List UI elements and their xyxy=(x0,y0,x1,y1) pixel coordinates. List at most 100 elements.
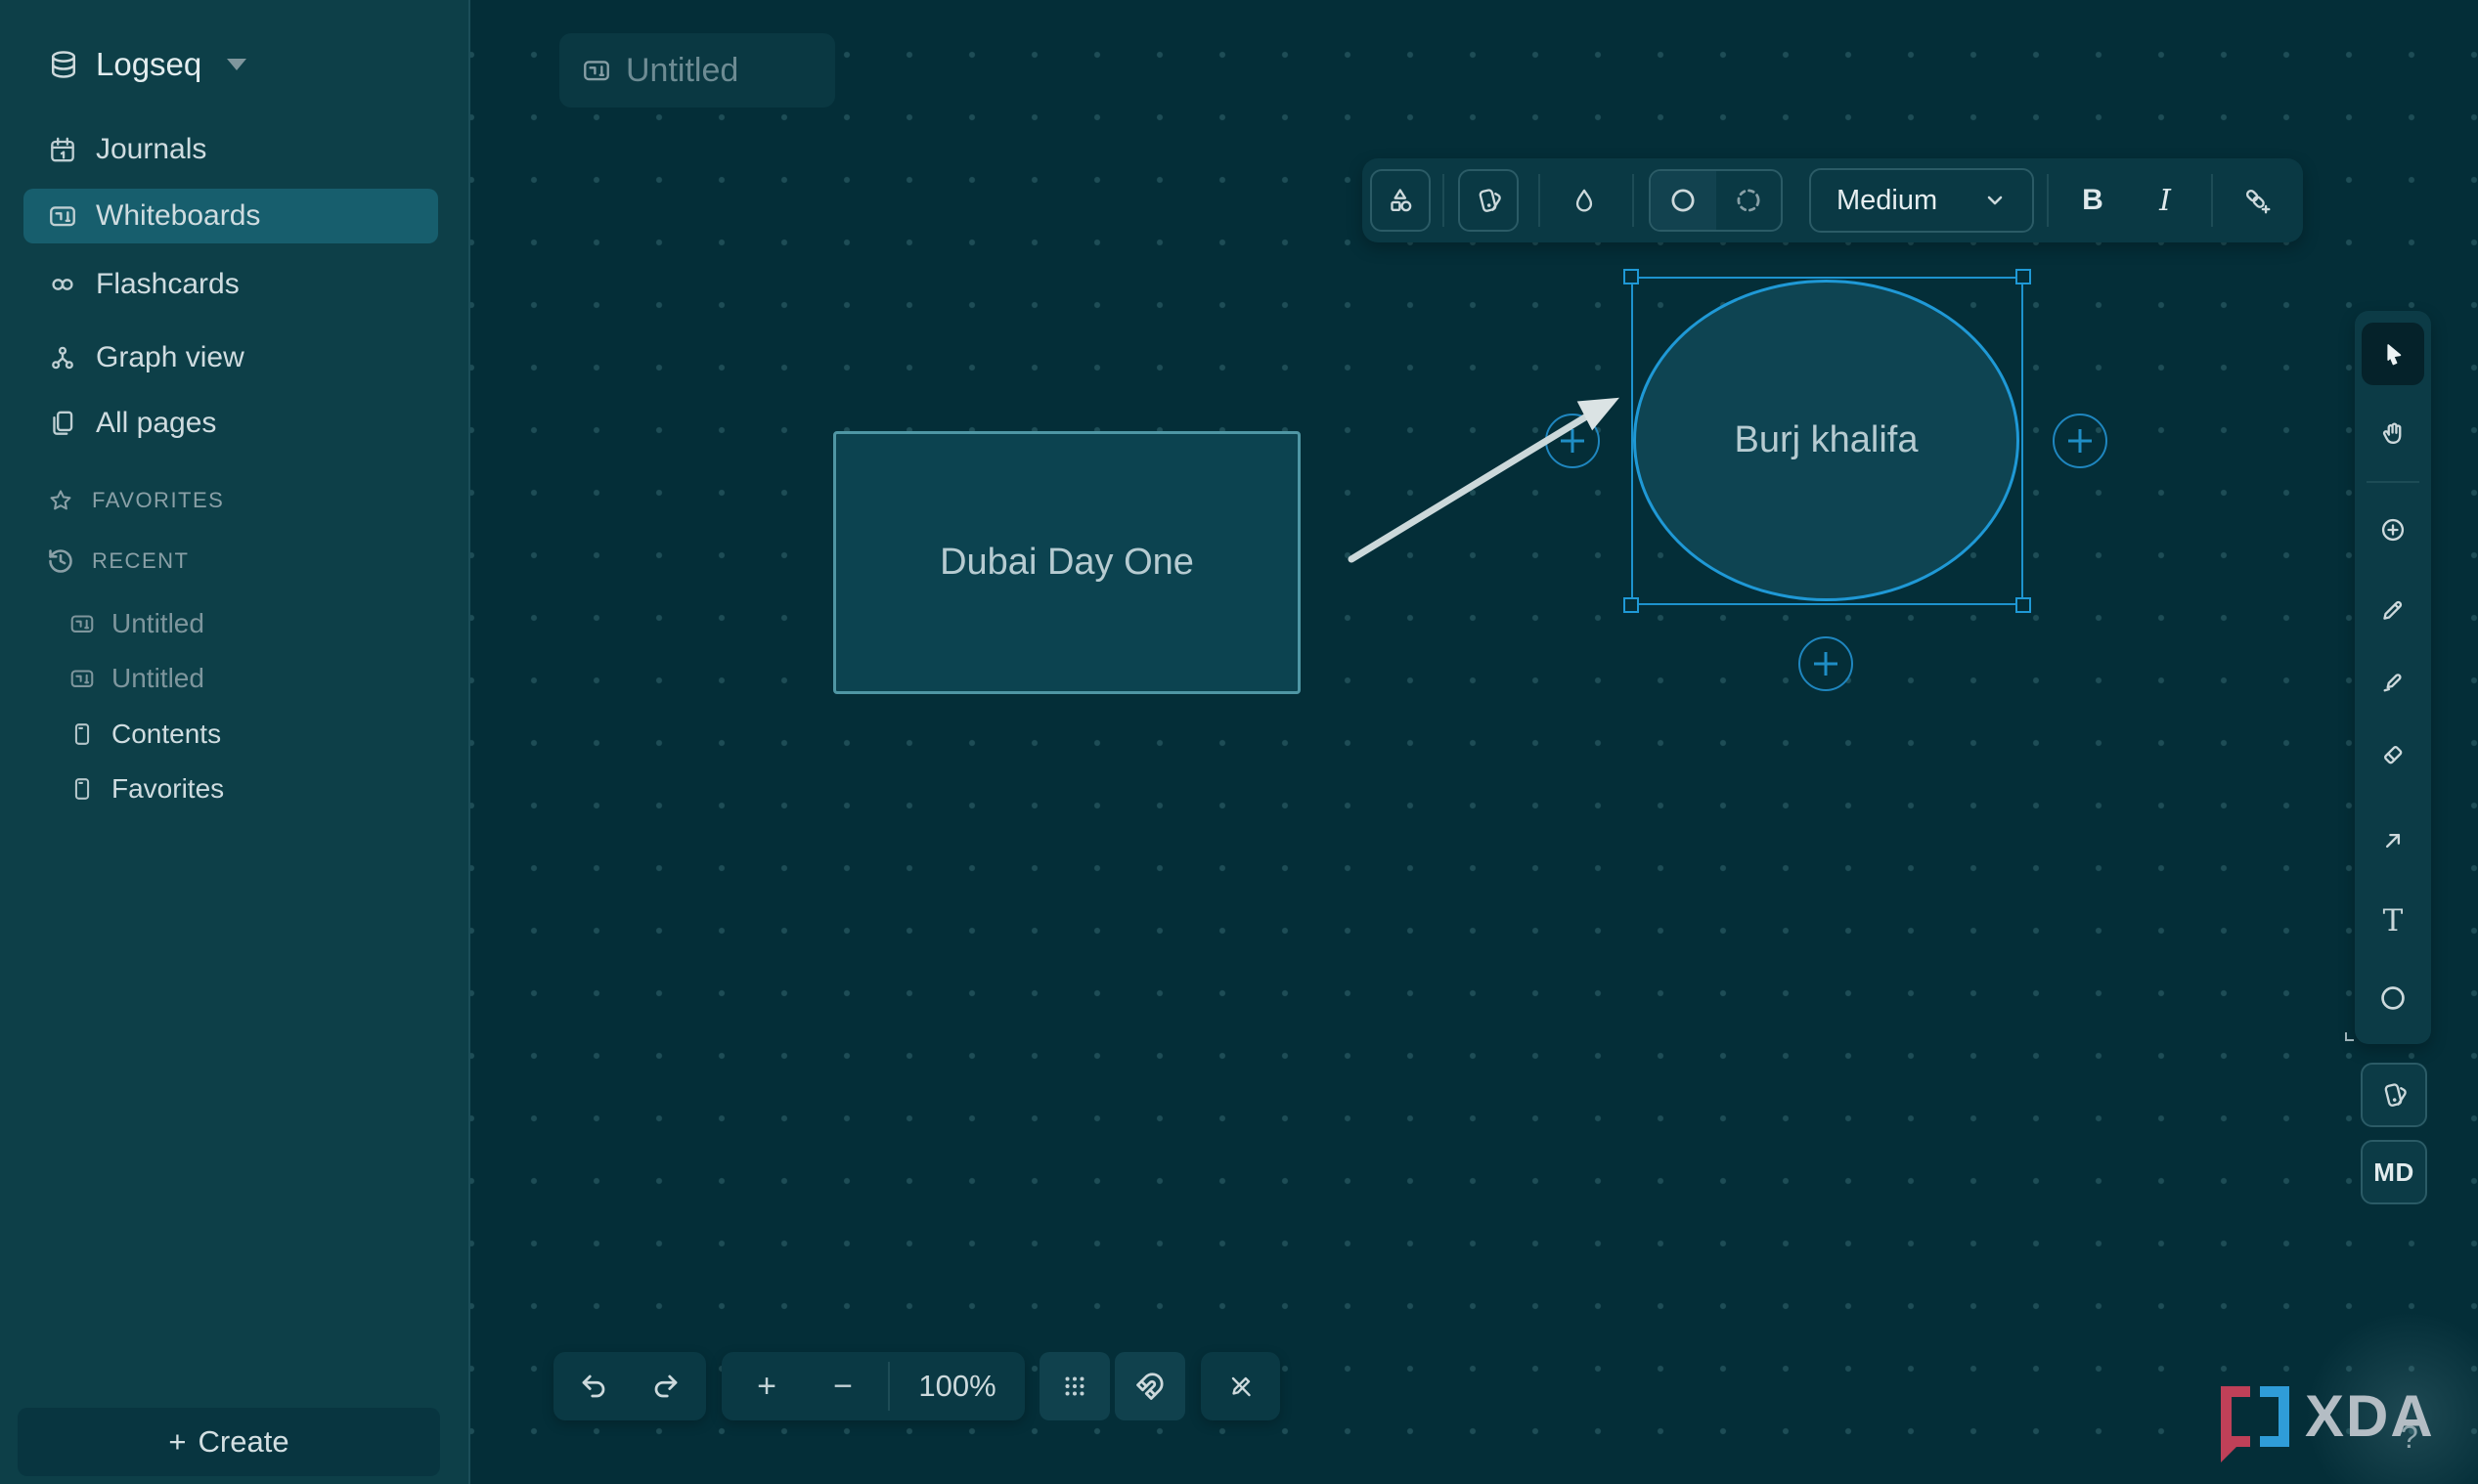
ellipse-label: Burj khalifa xyxy=(1735,419,1919,461)
rectangle-shape[interactable]: Dubai Day One xyxy=(833,431,1301,694)
selection-handle-top-right[interactable] xyxy=(2015,269,2031,284)
ellipse-shape[interactable]: Burj khalifa xyxy=(1633,280,2019,601)
recent-item-untitled-1[interactable]: Untitled xyxy=(23,598,438,649)
font-size-dropdown[interactable]: Medium xyxy=(1809,168,2034,233)
crossed-pencil-icon xyxy=(1225,1371,1257,1402)
text-tool-icon: T xyxy=(2383,903,2404,938)
toolbar-separator xyxy=(2211,174,2213,227)
recent-item-favorites[interactable]: Favorites xyxy=(23,764,438,814)
xda-watermark: XDA xyxy=(2221,1386,2435,1447)
zoom-in-button[interactable]: + xyxy=(735,1355,798,1418)
logseq-whiteboard-app: ? Untitled Dubai Day One Burj khalifa xyxy=(0,0,2478,1484)
draw-tool-button[interactable] xyxy=(2362,575,2424,637)
sidebar-item-graph-view[interactable]: Graph view xyxy=(23,330,438,385)
sidebar-section-recent[interactable]: RECENT xyxy=(23,534,438,589)
connector-plus-right-button[interactable] xyxy=(2053,414,2107,468)
pen-mode-toggle-button[interactable] xyxy=(1210,1355,1272,1418)
hand-icon xyxy=(2377,417,2409,449)
zoom-out-button[interactable]: − xyxy=(812,1355,874,1418)
text-tool-button[interactable]: T xyxy=(2362,890,2424,952)
snap-toggle-button[interactable] xyxy=(1115,1352,1185,1420)
zoom-bar: + − 100% xyxy=(722,1352,1025,1420)
sidebar-section-favorites[interactable]: FAVORITES xyxy=(23,473,438,528)
shape-picker-button[interactable] xyxy=(1370,169,1431,232)
style-toolbar: Medium B I xyxy=(1362,158,2303,242)
recent-item-label: Favorites xyxy=(111,773,224,805)
more-shapes-corner-icon xyxy=(2344,1030,2356,1042)
sidebar-item-flashcards[interactable]: Flashcards xyxy=(23,257,438,312)
selection-handle-bottom-left[interactable] xyxy=(1623,597,1639,613)
create-button[interactable]: + Create xyxy=(18,1408,440,1476)
sidebar-item-label: Whiteboards xyxy=(96,199,260,233)
eraser-tool-button[interactable] xyxy=(2362,723,2424,786)
graph-switcher[interactable]: Logseq xyxy=(23,37,438,92)
stroke-dashed-button[interactable] xyxy=(1716,171,1782,230)
recent-item-untitled-2[interactable]: Untitled xyxy=(23,653,438,704)
recent-item-contents[interactable]: Contents xyxy=(23,709,438,760)
bold-button[interactable]: B xyxy=(2062,169,2123,232)
add-link-button[interactable] xyxy=(2227,169,2287,232)
bold-label: B xyxy=(2082,184,2103,217)
plus-icon xyxy=(1556,424,1589,458)
eraser-icon xyxy=(2377,739,2409,770)
plus-glyph: + xyxy=(168,1424,186,1460)
toolbar-separator xyxy=(1632,174,1634,227)
italic-button[interactable]: I xyxy=(2135,169,2195,232)
caret-down-icon xyxy=(227,59,246,70)
swatches-icon xyxy=(2378,1079,2410,1111)
theme-swatch-button[interactable] xyxy=(2361,1063,2427,1127)
recent-item-label: Untitled xyxy=(111,663,204,694)
md-label: MD xyxy=(2373,1157,2413,1188)
recent-item-label: Untitled xyxy=(111,608,204,639)
whiteboard-canvas[interactable]: ? Untitled Dubai Day One Burj khalifa xyxy=(470,0,2478,1484)
connector-plus-left-button[interactable] xyxy=(1545,414,1600,468)
undo-icon xyxy=(579,1372,608,1401)
infinity-icon xyxy=(47,269,78,300)
circle-icon xyxy=(2377,983,2409,1015)
selection-handle-top-left[interactable] xyxy=(1623,269,1639,284)
redo-button[interactable] xyxy=(635,1355,697,1418)
xda-left-bracket-icon xyxy=(2221,1386,2250,1447)
ellipse-tool-button[interactable] xyxy=(2362,968,2424,1030)
calendar-icon xyxy=(47,134,78,165)
color-swatch-button[interactable] xyxy=(1458,169,1519,232)
pen-mode-bar xyxy=(1201,1352,1280,1420)
page-icon xyxy=(68,720,96,748)
plus-icon xyxy=(2063,424,2097,458)
solid-circle-icon xyxy=(1667,185,1699,216)
create-label: Create xyxy=(199,1424,289,1460)
grid-toggle-button[interactable] xyxy=(1040,1352,1110,1420)
toolbar-separator xyxy=(1538,174,1540,227)
cursor-icon xyxy=(2377,338,2409,370)
sidebar-item-whiteboards[interactable]: Whiteboards xyxy=(23,189,438,243)
recent-item-label: Contents xyxy=(111,719,221,750)
sidebar-item-label: Graph view xyxy=(96,341,244,374)
pan-tool-button[interactable] xyxy=(2362,402,2424,464)
history-bar xyxy=(553,1352,706,1420)
toolbar-separator xyxy=(1442,174,1444,227)
select-tool-button[interactable] xyxy=(2362,323,2424,385)
whiteboard-icon xyxy=(47,200,78,232)
selection-handle-bottom-right[interactable] xyxy=(2015,597,2031,613)
connector-plus-bottom-button[interactable] xyxy=(1798,636,1853,691)
zoom-bar-separator xyxy=(888,1362,890,1411)
markdown-button[interactable]: MD xyxy=(2361,1140,2427,1204)
sidebar-item-all-pages[interactable]: All pages xyxy=(23,396,438,451)
board-title-chip[interactable]: Untitled xyxy=(559,33,835,108)
zoom-level-button[interactable]: 100% xyxy=(904,1355,1011,1418)
sidebar-item-journals[interactable]: Journals xyxy=(23,122,438,177)
undo-button[interactable] xyxy=(562,1355,625,1418)
board-title: Untitled xyxy=(626,52,738,90)
highlighter-tool-button[interactable] xyxy=(2362,648,2424,711)
opacity-button[interactable] xyxy=(1554,169,1615,232)
sidebar-item-label: Flashcards xyxy=(96,268,240,301)
rail-divider xyxy=(2367,481,2419,483)
arrow-tool-button[interactable] xyxy=(2362,809,2424,872)
stroke-style-group xyxy=(1649,169,1783,232)
shapes-icon xyxy=(1385,185,1416,216)
plus-circle-icon xyxy=(2377,514,2409,546)
stroke-solid-button[interactable] xyxy=(1651,171,1716,230)
add-shape-tool-button[interactable] xyxy=(2362,499,2424,561)
database-icon xyxy=(47,48,80,81)
droplet-icon xyxy=(1569,185,1600,216)
